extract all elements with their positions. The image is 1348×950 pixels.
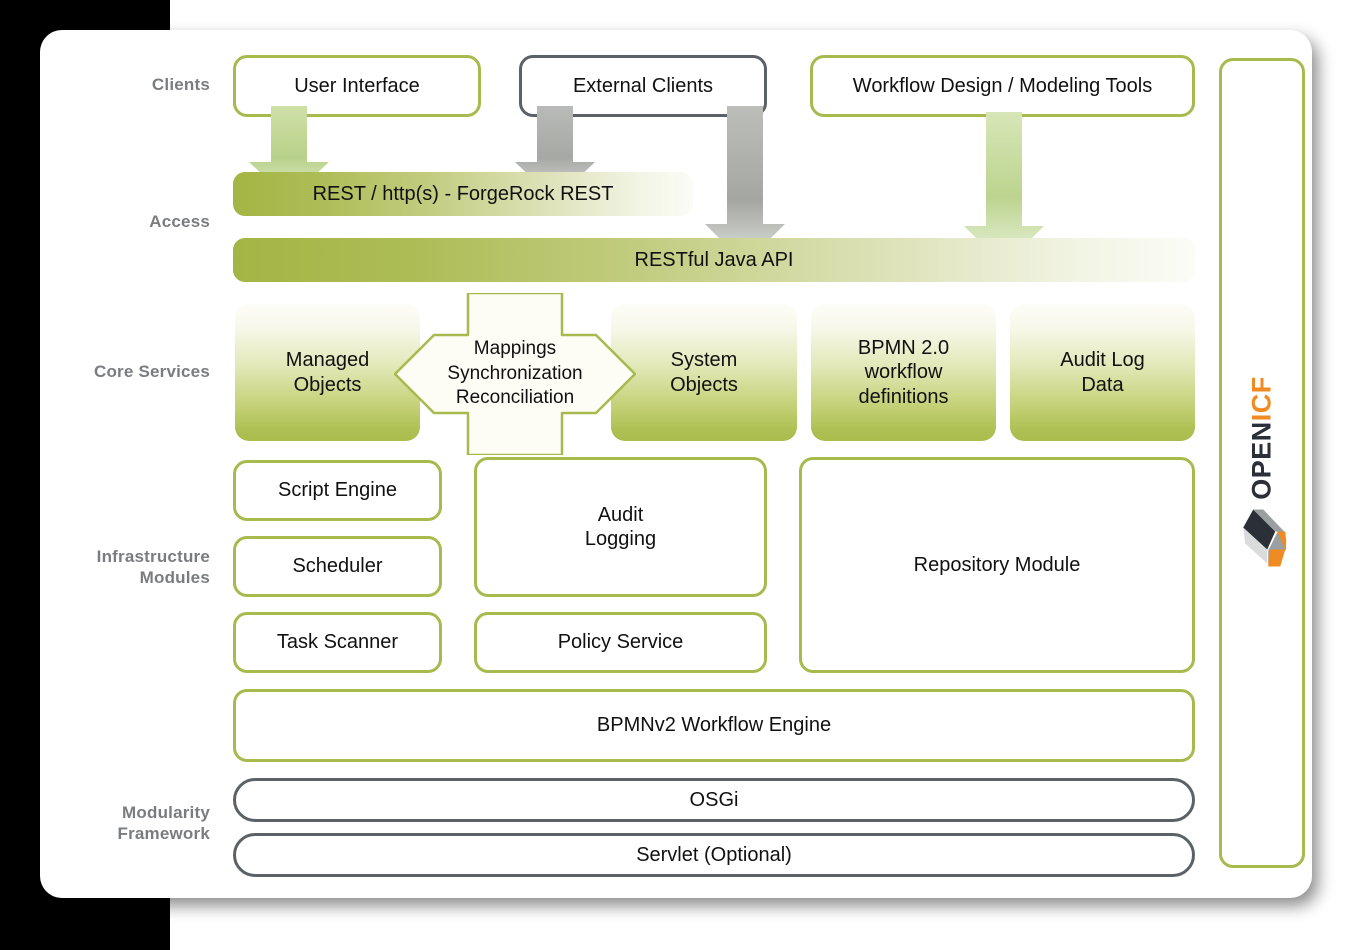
- modularity-label-osgi: OSGi: [689, 788, 739, 811]
- modularity-label-servlet: Servlet (Optional): [636, 843, 792, 866]
- mapping-arrow-label: Mappings Synchronization Reconciliation: [447, 337, 583, 409]
- row-label-infrastructure-modules: Infrastructure Modules: [96, 547, 210, 588]
- client-label-workflow-design-tools: Workflow Design / Modeling Tools: [852, 74, 1153, 97]
- infra-box-policy-service[interactable]: Policy Service: [474, 612, 767, 673]
- access-label-rest-http: REST / http(s) - ForgeRock REST: [312, 182, 614, 205]
- infra-label-repository-module: Repository Module: [913, 553, 1081, 576]
- row-label-core-services: Core Services: [93, 362, 210, 381]
- infra-label-policy-service: Policy Service: [557, 631, 684, 654]
- openicf-panel[interactable]: OPENICF: [1219, 58, 1305, 868]
- core-label-managed-objects: Managed Objects: [285, 349, 370, 396]
- access-bar-restful-java-api[interactable]: RESTful Java API: [233, 238, 1195, 282]
- openicf-wordmark: OPENICF: [1247, 376, 1278, 500]
- core-box-bpmn-workflow-definitions[interactable]: BPMN 2.0 workflow definitions: [811, 304, 996, 441]
- mapping-arrow-group[interactable]: Mappings Synchronization Reconciliation: [393, 291, 637, 460]
- client-label-external-clients: External Clients: [572, 74, 714, 97]
- openicf-cube-icon: [1243, 509, 1286, 567]
- access-label-restful-java-api: RESTful Java API: [634, 248, 794, 271]
- row-label-access: Access: [149, 212, 210, 231]
- openicf-word-open: OPEN: [1246, 421, 1277, 500]
- infra-box-audit-logging[interactable]: Audit Logging: [474, 457, 767, 597]
- modularity-bar-servlet[interactable]: Servlet (Optional): [233, 833, 1195, 877]
- infra-label-audit-logging: Audit Logging: [584, 503, 657, 550]
- openicf-word-icf: ICF: [1246, 376, 1277, 422]
- infra-label-script-engine: Script Engine: [278, 479, 397, 502]
- core-label-system-objects: System Objects: [670, 349, 738, 396]
- workflow-engine-bar[interactable]: BPMNv2 Workflow Engine: [233, 689, 1195, 762]
- client-label-user-interface: User Interface: [294, 74, 420, 97]
- core-box-audit-log-data[interactable]: Audit Log Data: [1010, 304, 1195, 441]
- client-box-workflow-design-tools[interactable]: Workflow Design / Modeling Tools: [810, 55, 1195, 117]
- row-label-modularity-framework: Modularity Framework: [117, 803, 210, 844]
- workflow-engine-label: BPMNv2 Workflow Engine: [596, 714, 832, 737]
- infra-box-scheduler[interactable]: Scheduler: [233, 536, 442, 597]
- core-label-bpmn-workflow-definitions: BPMN 2.0 workflow definitions: [857, 336, 950, 408]
- infra-box-task-scanner[interactable]: Task Scanner: [233, 612, 442, 673]
- core-label-audit-log-data: Audit Log Data: [1060, 349, 1145, 396]
- openicf-logo: OPENICF: [1200, 365, 1324, 567]
- infra-box-repository-module[interactable]: Repository Module: [799, 457, 1195, 673]
- infra-label-scheduler: Scheduler: [292, 555, 383, 578]
- modularity-bar-osgi[interactable]: OSGi: [233, 778, 1195, 822]
- access-bar-rest-http[interactable]: REST / http(s) - ForgeRock REST: [233, 172, 693, 216]
- infra-label-task-scanner: Task Scanner: [276, 631, 399, 654]
- core-box-system-objects[interactable]: System Objects: [611, 304, 797, 441]
- row-label-clients: Clients: [151, 75, 210, 94]
- infra-box-script-engine[interactable]: Script Engine: [233, 460, 442, 521]
- core-box-managed-objects[interactable]: Managed Objects: [235, 304, 420, 441]
